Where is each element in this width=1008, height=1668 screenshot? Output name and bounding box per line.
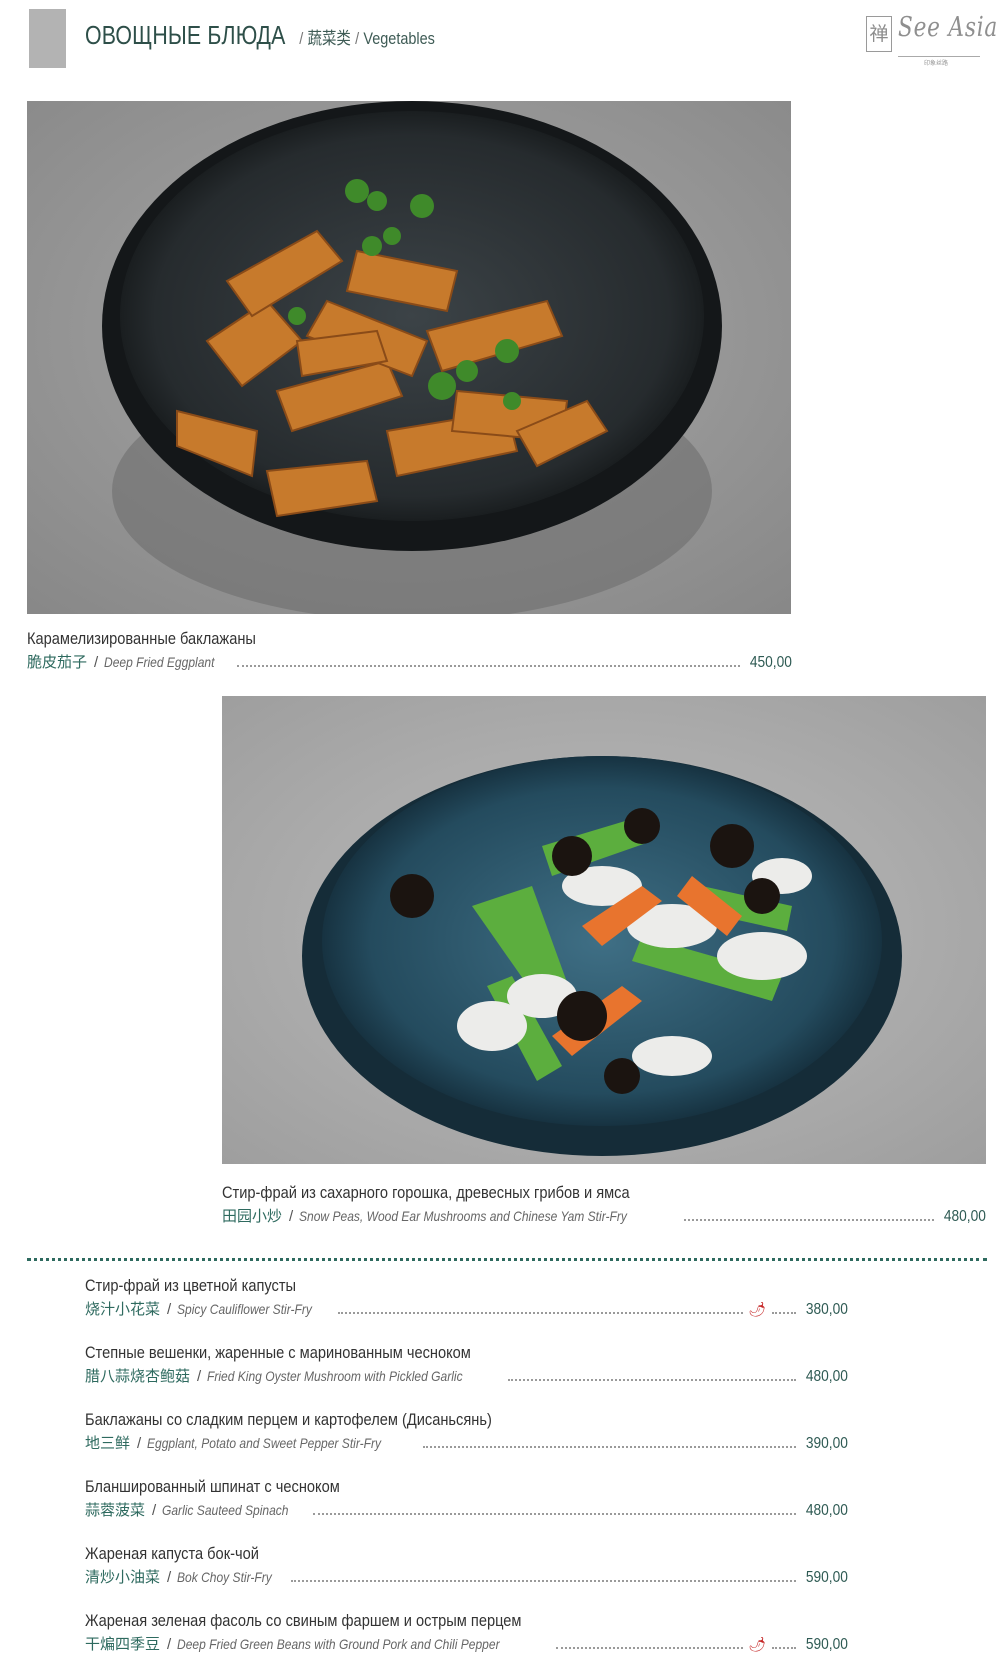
leader-dots <box>772 1647 797 1649</box>
dish-price: 380,00 <box>805 1301 848 1318</box>
leader-dots <box>236 665 741 667</box>
leader-dots <box>313 1513 797 1515</box>
leader-dots <box>556 1647 744 1649</box>
dish-name-en: Bok Choy Stir-Fry <box>177 1569 272 1585</box>
dish-name-ru: Баклажаны со сладким перцем и картофелем… <box>85 1410 492 1429</box>
dish-name-cn: 干煸四季豆 <box>85 1635 161 1653</box>
dish-line: 烧汁小花菜 / Spicy Cauliflower Stir-Fry 🌶 380… <box>85 1300 848 1318</box>
dish-price: 590,00 <box>805 1569 848 1586</box>
dish-price: 450,00 <box>749 654 792 671</box>
leader-dots <box>772 1312 797 1314</box>
dish-price: 590,00 <box>805 1636 848 1653</box>
logo-mark: 禅 <box>866 16 892 52</box>
dish-name-ru: Стир-фрай из цветной капусты <box>85 1276 297 1295</box>
section-title: ОВОЩНЫЕ БЛЮДА <box>85 20 286 50</box>
dish-line: 干煸四季豆 / Deep Fried Green Beans with Grou… <box>85 1635 848 1653</box>
leader-dots <box>338 1312 744 1314</box>
dish-line: 地三鲜 / Eggplant, Potato and Sweet Pepper … <box>85 1434 848 1452</box>
dish-price: 480,00 <box>943 1208 986 1225</box>
dish-name-en: Deep Fried Eggplant <box>104 654 215 670</box>
dish-name-ru: Жареная капуста бок-чой <box>85 1544 259 1563</box>
subtitle-en: Vegetables <box>363 29 436 48</box>
dish-photo-snow-peas <box>222 696 986 1164</box>
section-subtitle: / 蔬菜类 / Vegetables <box>299 29 436 48</box>
featured-dish-line: 脆皮茄子 / Deep Fried Eggplant 450,00 <box>27 653 792 671</box>
dish-price: 390,00 <box>805 1435 848 1452</box>
section-header: ОВОЩНЫЕ БЛЮДА / 蔬菜类 / Vegetables <box>85 20 460 51</box>
dish-line: 清炒小油菜 / Bok Choy Stir-Fry 590,00 <box>85 1568 848 1586</box>
leader-dots <box>291 1580 797 1582</box>
dish-name-cn: 烧汁小花菜 <box>85 1300 161 1318</box>
featured-dish-line: 田园小炒 / Snow Peas, Wood Ear Mushrooms and… <box>222 1207 986 1225</box>
leader-dots <box>684 1219 935 1221</box>
logo-name: See Asia <box>898 12 999 43</box>
dish-name-en: Spicy Cauliflower Stir-Fry <box>177 1301 313 1317</box>
dish-name-cn: 腊八蒜烧杏鲍菇 <box>85 1367 191 1385</box>
dish-name-ru: Степные вешенки, жаренные с маринованным… <box>85 1343 471 1362</box>
dish-name-cn: 清炒小油菜 <box>85 1568 161 1586</box>
dish-name-cn: 脆皮茄子 <box>27 653 88 671</box>
featured-dish-name-ru: Карамелизированные баклажаны <box>27 629 256 648</box>
dish-name-cn: 田园小炒 <box>222 1207 283 1225</box>
dish-name-en: Eggplant, Potato and Sweet Pepper Stir-F… <box>147 1435 382 1451</box>
dish-name-en: Deep Fried Green Beans with Ground Pork … <box>177 1636 500 1652</box>
dish-name-cn: 地三鲜 <box>85 1434 131 1452</box>
dish-name-ru: Бланшированный шпинат с чесноком <box>85 1477 340 1496</box>
header-accent-block <box>29 9 66 68</box>
dish-line: 腊八蒜烧杏鲍菇 / Fried King Oyster Mushroom wit… <box>85 1367 848 1385</box>
brand-logo: 禅 See Asia 印象丝路 <box>866 12 997 67</box>
dish-name-ru: Жареная зеленая фасоль со свиным фаршем … <box>85 1611 522 1630</box>
dish-name-en: Snow Peas, Wood Ear Mushrooms and Chines… <box>299 1208 628 1224</box>
dish-line: 蒜蓉菠菜 / Garlic Sauteed Spinach 480,00 <box>85 1501 848 1519</box>
dish-photo-eggplant <box>27 101 791 614</box>
dish-name-cn: 蒜蓉菠菜 <box>85 1501 146 1519</box>
subtitle-cn: 蔬菜类 <box>307 29 352 48</box>
chili-icon: 🌶 <box>748 1301 767 1317</box>
leader-dots <box>423 1446 797 1448</box>
featured-dish-name-ru: Стир-фрай из сахарного горошка, древесны… <box>222 1183 630 1202</box>
leader-dots <box>508 1379 797 1381</box>
logo-tagline: 印象丝路 <box>924 61 949 67</box>
dish-name-en: Fried King Oyster Mushroom with Pickled … <box>207 1368 463 1384</box>
logo-underline <box>898 56 980 57</box>
dish-name-en: Garlic Sauteed Spinach <box>162 1502 289 1518</box>
section-divider <box>27 1258 987 1261</box>
dish-price: 480,00 <box>805 1368 848 1385</box>
dish-price: 480,00 <box>805 1502 848 1519</box>
chili-icon: 🌶 <box>748 1636 767 1652</box>
